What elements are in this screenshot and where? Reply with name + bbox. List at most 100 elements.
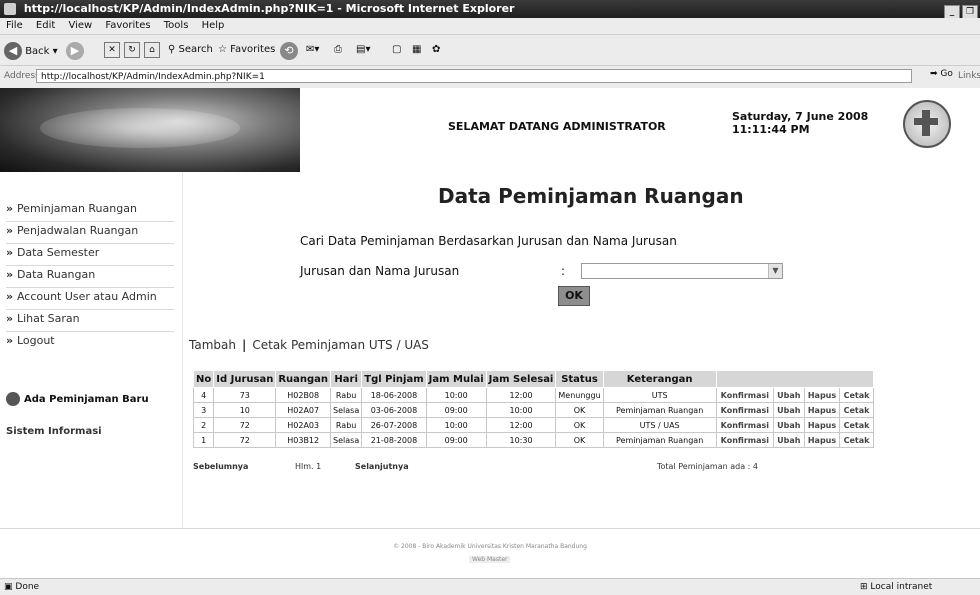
status-text: Done <box>15 582 40 592</box>
menu-edit[interactable]: Edit <box>36 20 55 31</box>
cell-selesai: 10:30 <box>485 432 557 448</box>
new-booking-notice[interactable]: Ada Peminjaman Baru <box>6 392 149 406</box>
cell-hari: Rabu <box>330 387 363 403</box>
department-select[interactable]: ▼ <box>581 263 783 279</box>
total-bookings: Total Peminjaman ada : 4 <box>657 462 758 471</box>
refresh-button[interactable]: ↻ <box>124 42 140 58</box>
cell-id: 72 <box>213 432 277 448</box>
cetak-link[interactable]: Cetak <box>839 402 874 418</box>
cell-ruangan: H02A03 <box>275 417 332 433</box>
zone-text: Local intranet <box>870 582 933 592</box>
cell-hari: Selasa <box>330 402 363 418</box>
menu-favorites[interactable]: Favorites <box>105 20 150 31</box>
address-input[interactable]: http://localhost/KP/Admin/IndexAdmin.php… <box>36 69 912 83</box>
next-page-link[interactable]: Selanjutnya <box>355 462 409 471</box>
address-label: Address <box>4 71 40 81</box>
hapus-link[interactable]: Hapus <box>803 402 841 418</box>
notice-icon <box>6 392 20 406</box>
ok-button[interactable]: OK <box>558 286 590 306</box>
search-button[interactable]: ⚲ Search <box>168 42 213 58</box>
sidebar-item-lihat-saran[interactable]: Lihat Saran <box>6 310 174 332</box>
print-button[interactable]: ⎙ <box>334 42 342 58</box>
forward-button[interactable]: ▶ <box>66 42 84 60</box>
cetak-link[interactable]: Cetak <box>839 432 874 448</box>
ie-icon <box>4 3 16 15</box>
konfirmasi-link[interactable]: Konfirmasi <box>715 402 775 418</box>
university-seal-logo <box>903 100 951 148</box>
stop-button[interactable]: ✕ <box>104 42 120 58</box>
previous-page-link[interactable]: Sebelumnya <box>193 462 248 471</box>
menu-tools[interactable]: Tools <box>164 20 189 31</box>
cell-status: OK <box>555 432 604 448</box>
cell-selesai: 12:00 <box>485 387 557 403</box>
messenger-button[interactable]: ✿ <box>432 42 440 58</box>
address-bar: Address http://localhost/KP/Admin/IndexA… <box>0 66 980 89</box>
sidebar-item-penjadwalan-ruangan[interactable]: Penjadwalan Ruangan <box>6 222 174 244</box>
konfirmasi-link[interactable]: Konfirmasi <box>715 432 775 448</box>
go-label: Go <box>940 69 953 79</box>
hapus-link[interactable]: Hapus <box>803 387 841 403</box>
menu-file[interactable]: File <box>6 20 23 31</box>
cell-id: 72 <box>213 417 277 433</box>
webmaster-link[interactable]: Web Master <box>469 556 511 563</box>
menu-bar: File Edit View Favorites Tools Help <box>0 18 980 35</box>
chevron-down-icon[interactable]: ▼ <box>768 264 782 278</box>
hapus-link[interactable]: Hapus <box>803 417 841 433</box>
ubah-link[interactable]: Ubah <box>773 417 805 433</box>
table-row: 1 72 H03B12 Selasa 21-08-2008 09:00 10:3… <box>192 432 874 448</box>
links-button[interactable]: Links <box>958 71 980 81</box>
go-button[interactable]: ➡ Go <box>930 69 953 79</box>
home-button[interactable]: ⌂ <box>144 42 160 58</box>
history-button[interactable]: ⟲ <box>280 42 298 60</box>
sidebar-item-data-ruangan[interactable]: Data Ruangan <box>6 266 174 288</box>
cell-hari: Selasa <box>330 432 363 448</box>
col-jam-mulai: Jam Mulai <box>425 370 487 388</box>
ubah-link[interactable]: Ubah <box>773 387 805 403</box>
table-row: 3 10 H02A07 Selasa 03-06-2008 09:00 10:0… <box>192 402 874 418</box>
table-row: 4 73 H02B08 Rabu 18-06-2008 10:00 12:00 … <box>192 387 874 403</box>
cell-selesai: 10:00 <box>485 402 557 418</box>
page-icon: ▣ <box>4 582 13 592</box>
cetak-link[interactable]: Cetak <box>839 387 874 403</box>
tambah-link[interactable]: Tambah <box>189 338 236 352</box>
cell-keterangan: Peminjaman Ruangan <box>602 432 717 448</box>
window-title: http://localhost/KP/Admin/IndexAdmin.php… <box>23 2 515 15</box>
date-time: Saturday, 7 June 2008 11:11:44 PM <box>732 110 868 136</box>
sidebar-item-account-user[interactable]: Account User atau Admin <box>6 288 174 310</box>
edit-button[interactable]: ▤▾ <box>356 42 370 58</box>
col-jam-selesai: Jam Selesai <box>485 370 557 388</box>
col-tgl-pinjam: Tgl Pinjam <box>361 370 427 388</box>
sidebar-item-logout[interactable]: Logout <box>6 332 174 353</box>
ubah-link[interactable]: Ubah <box>773 402 805 418</box>
notice-label: Ada Peminjaman Baru <box>24 394 149 405</box>
cetak-uts-uas-link[interactable]: Cetak Peminjaman UTS / UAS <box>252 338 429 352</box>
konfirmasi-link[interactable]: Konfirmasi <box>715 387 775 403</box>
hapus-link[interactable]: Hapus <box>803 432 841 448</box>
col-no: No <box>192 370 215 388</box>
menu-help[interactable]: Help <box>202 20 225 31</box>
current-time: 11:11:44 PM <box>732 123 810 136</box>
sidebar-item-peminjaman-ruangan[interactable]: Peminjaman Ruangan <box>6 200 174 222</box>
konfirmasi-link[interactable]: Konfirmasi <box>715 417 775 433</box>
footer-copyright: © 2008 - Biro Akademik Universitas Krist… <box>393 543 587 550</box>
cell-no: 1 <box>192 432 215 448</box>
cell-keterangan: UTS / UAS <box>602 417 717 433</box>
field-colon: : <box>561 264 566 278</box>
col-actions <box>715 370 874 388</box>
back-arrow-icon: ◀ <box>4 42 22 60</box>
back-button[interactable]: ◀ Back ▾ <box>4 42 58 60</box>
banner-image <box>0 88 300 172</box>
ubah-link[interactable]: Ubah <box>773 432 805 448</box>
sidebar-item-data-semester[interactable]: Data Semester <box>6 244 174 266</box>
cell-tgl: 21-08-2008 <box>361 432 427 448</box>
mail-button[interactable]: ✉▾ <box>306 42 319 58</box>
menu-view[interactable]: View <box>68 20 92 31</box>
back-label: Back <box>25 46 50 57</box>
research-button[interactable]: ▦ <box>412 42 421 58</box>
home-icon: ⌂ <box>144 42 160 58</box>
discuss-button[interactable]: ▢ <box>392 42 401 58</box>
favorites-button[interactable]: ☆ Favorites <box>218 42 275 58</box>
research-icon: ▦ <box>412 44 422 55</box>
cetak-link[interactable]: Cetak <box>839 417 874 433</box>
cell-keterangan: Peminjaman Ruangan <box>602 402 717 418</box>
